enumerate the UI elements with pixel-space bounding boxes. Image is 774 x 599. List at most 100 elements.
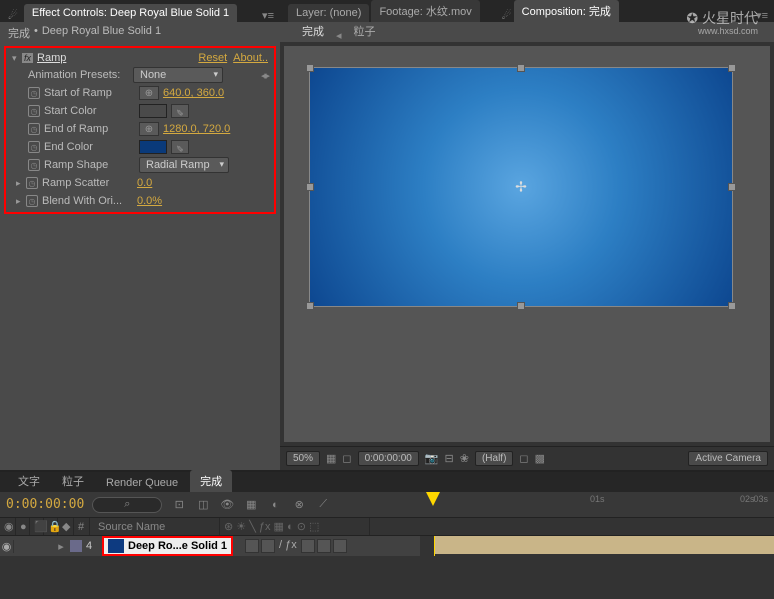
stopwatch-icon[interactable] xyxy=(28,87,40,99)
stopwatch-icon[interactable] xyxy=(28,141,40,153)
comp-mini-flowchart-icon[interactable]: ⊡ xyxy=(170,496,188,514)
fx-badge[interactable]: fx xyxy=(22,53,33,63)
timecode-display[interactable]: 0:00:00:00 xyxy=(6,497,84,512)
start-ramp-value[interactable]: 640.0, 360.0 xyxy=(163,87,224,99)
effect-controls-tab[interactable]: Effect Controls: Deep Royal Blue Solid 1 xyxy=(24,4,237,22)
transform-handle[interactable] xyxy=(728,183,736,191)
layer-switch[interactable] xyxy=(245,539,259,553)
end-ramp-label: End of Ramp xyxy=(44,123,139,135)
stopwatch-icon[interactable] xyxy=(28,123,40,135)
breadcrumb-comp: 完成 xyxy=(8,25,30,41)
comp-canvas[interactable]: ✢ xyxy=(310,68,732,306)
layer-switch[interactable] xyxy=(333,539,347,553)
twirl-icon[interactable]: ▸ xyxy=(16,196,26,207)
stopwatch-icon[interactable] xyxy=(28,159,40,171)
twirl-icon[interactable]: ▸ xyxy=(56,540,66,553)
composition-tab[interactable]: Composition: 完成 xyxy=(514,0,619,22)
stopwatch-icon[interactable] xyxy=(28,105,40,117)
time-display[interactable]: 0:00:00:00 xyxy=(358,451,419,466)
transparency-icon[interactable]: ▩ xyxy=(535,452,545,465)
visibility-toggle[interactable]: ◉ xyxy=(0,540,14,553)
shy-icon[interactable]: 👁 xyxy=(218,496,236,514)
transform-handle[interactable] xyxy=(728,64,736,72)
roi-icon[interactable]: ◻ xyxy=(519,452,528,465)
tl-tab-comp[interactable]: 完成 xyxy=(190,470,232,492)
watermark-logo: ✪ 火星时代 xyxy=(686,8,758,28)
motion-blur-icon[interactable]: ◐ xyxy=(266,496,284,514)
comp-icon: ☄ xyxy=(502,9,512,22)
comp-subtab-2[interactable]: 粒子 xyxy=(344,20,386,42)
zoom-dropdown[interactable]: 50% xyxy=(286,451,320,466)
comp-subtab-1[interactable]: 完成 xyxy=(292,20,334,42)
start-color-label: Start Color xyxy=(44,105,139,117)
ramp-shape-dropdown[interactable]: Radial Ramp xyxy=(139,157,229,173)
brain-icon[interactable]: ⊗ xyxy=(290,496,308,514)
layer-search-input[interactable] xyxy=(92,497,162,513)
start-color-swatch[interactable] xyxy=(139,104,167,118)
grid-icon[interactable]: ▦ xyxy=(326,452,336,465)
layer-name[interactable]: Deep Ro...e Solid 1 xyxy=(128,540,227,552)
tl-tab-text[interactable]: 文字 xyxy=(8,470,50,492)
tl-tab-render-queue[interactable]: Render Queue xyxy=(96,474,188,492)
channel-icon[interactable]: ❀ xyxy=(460,452,469,465)
transform-handle[interactable] xyxy=(728,302,736,310)
effect-name[interactable]: Ramp xyxy=(37,52,192,64)
breadcrumb-layer: Deep Royal Blue Solid 1 xyxy=(42,25,161,41)
snapshot-icon[interactable]: ⊟ xyxy=(445,452,454,465)
ramp-scatter-label: Ramp Scatter xyxy=(42,177,137,189)
playhead-line xyxy=(434,536,435,556)
graph-editor-icon[interactable]: ⟋ xyxy=(314,496,332,514)
camera-dropdown[interactable]: Active Camera xyxy=(688,451,768,466)
layer-index: 4 xyxy=(86,540,98,552)
anchor-point-icon[interactable]: ✢ xyxy=(515,179,527,196)
stopwatch-icon[interactable] xyxy=(26,195,38,207)
end-ramp-value[interactable]: 1280.0, 720.0 xyxy=(163,123,230,135)
footage-tab[interactable]: Footage: 水纹.mov xyxy=(371,0,479,22)
layer-switch[interactable] xyxy=(317,539,331,553)
reset-link[interactable]: Reset xyxy=(198,52,227,64)
camera-icon[interactable]: 📷 xyxy=(425,452,439,465)
app-icon: ☄ xyxy=(8,9,18,22)
about-link[interactable]: About.. xyxy=(233,52,268,64)
transform-handle[interactable] xyxy=(306,183,314,191)
draft3d-icon[interactable]: ◫ xyxy=(194,496,212,514)
watermark-url: www.hxsd.com xyxy=(698,26,758,36)
end-color-label: End Color xyxy=(44,141,139,153)
twirl-icon[interactable]: ▸ xyxy=(16,178,26,189)
end-color-swatch[interactable] xyxy=(139,140,167,154)
start-ramp-label: Start of Ramp xyxy=(44,87,139,99)
layer-name-highlight[interactable]: Deep Ro...e Solid 1 xyxy=(102,536,233,556)
point-picker-icon[interactable] xyxy=(139,86,159,100)
stopwatch-icon[interactable] xyxy=(26,177,38,189)
ramp-shape-label: Ramp Shape xyxy=(44,159,139,171)
transform-handle[interactable] xyxy=(517,64,525,72)
viewer-footer: 50% ▦ ◻ 0:00:00:00 📷 ⊟ ❀ (Half) ◻ ▩ Acti… xyxy=(280,446,774,470)
transform-handle[interactable] xyxy=(306,64,314,72)
layer-row[interactable]: ◉ ▸ 4 Deep Ro...e Solid 1 / ƒx xyxy=(0,536,774,556)
tab-menu-icon[interactable]: ▾≡ xyxy=(262,9,274,22)
frame-blend-icon[interactable]: ▦ xyxy=(242,496,260,514)
blend-label: Blend With Ori... xyxy=(42,195,137,207)
anim-presets-dropdown[interactable]: None xyxy=(133,67,223,83)
ramp-scatter-value[interactable]: 0.0 xyxy=(137,177,152,189)
transform-handle[interactable] xyxy=(517,302,525,310)
transform-handle[interactable] xyxy=(306,302,314,310)
tl-tab-particles[interactable]: 粒子 xyxy=(52,470,94,492)
mask-icon[interactable]: ◻ xyxy=(342,452,351,465)
blend-value[interactable]: 0.0% xyxy=(137,195,162,207)
point-picker-icon[interactable] xyxy=(139,122,159,136)
source-name-header[interactable]: Source Name xyxy=(90,518,220,535)
composition-viewer[interactable]: ✢ xyxy=(284,46,770,442)
ramp-effect-highlight: ▾ fx Ramp Reset About.. Animation Preset… xyxy=(4,46,276,214)
preset-nav-icon[interactable]: ◂▸ xyxy=(261,69,268,82)
layer-color-label[interactable] xyxy=(70,540,82,552)
fx-switch[interactable]: / ƒx xyxy=(277,539,299,553)
resolution-dropdown[interactable]: (Half) xyxy=(475,451,513,466)
twirl-icon[interactable]: ▾ xyxy=(12,53,22,64)
layer-duration-bar[interactable] xyxy=(434,536,774,554)
eyedropper-icon[interactable] xyxy=(171,140,189,154)
layer-switch[interactable] xyxy=(301,539,315,553)
eyedropper-icon[interactable] xyxy=(171,104,189,118)
solid-swatch-icon xyxy=(108,539,124,553)
layer-switch[interactable] xyxy=(261,539,275,553)
